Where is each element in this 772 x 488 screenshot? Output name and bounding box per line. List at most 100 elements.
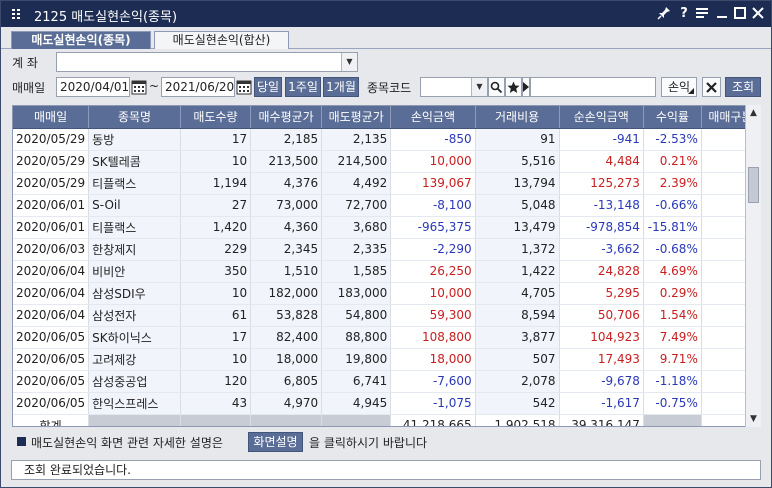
cell-cost: 91 (475, 128, 560, 151)
table-row[interactable]: 2020/06/05 고려제강 10 18,000 19,800 18,000 507 17,… (13, 348, 760, 371)
cell-trade-date: 2020/06/05 (13, 370, 90, 393)
table-row[interactable]: 2020/06/01 S-Oil 27 73,000 72,700 -8,100 5,048… (13, 194, 760, 217)
column-header-trade-date[interactable]: 매매일 (13, 106, 90, 129)
one-month-button[interactable]: 1개월 (323, 77, 359, 97)
vertical-scrollbar[interactable]: ▲ ▼ (745, 105, 761, 427)
scroll-up-icon[interactable]: ▲ (746, 105, 761, 121)
cell-trade-date: 2020/06/01 (13, 194, 90, 217)
cell-stock-name: 한익스프레스 (88, 392, 181, 415)
tab-stock-realized-pl[interactable]: 매도실현손익(종목) (11, 31, 151, 49)
table-row[interactable]: 2020/06/04 삼성전자 61 53,828 54,800 59,300 8,594 5… (13, 304, 760, 327)
menu-icon[interactable] (694, 6, 710, 22)
today-button[interactable]: 당일 (254, 77, 282, 97)
cell-return-rate: 0.21% (643, 150, 702, 173)
chevron-down-icon[interactable]: ▼ (341, 53, 357, 71)
help-hint: 매도실현손익 화면 관련 자세한 설명은 화면설명 을 클릭하시기 바랍니다 (17, 431, 757, 455)
cell-net-pl: 24,828 (559, 260, 644, 283)
cell-trade-date: 2020/05/29 (13, 172, 90, 195)
cell-stock-name: 삼성중공업 (88, 370, 181, 393)
cell-pl-amount: -7,600 (390, 370, 476, 393)
account-select[interactable]: ▼ (56, 52, 358, 72)
cell-sell-avg: 2,135 (321, 128, 392, 151)
table-row[interactable]: 2020/06/05 SK하이닉스 17 82,400 88,800 108,800 3,8… (13, 326, 760, 349)
table-row[interactable]: 2020/06/05 삼성중공업 120 6,805 6,741 -7,600 2,078-… (13, 370, 760, 393)
scroll-down-icon[interactable]: ▼ (746, 411, 761, 427)
cell-net-pl: -9,678 (559, 370, 644, 393)
scroll-thumb[interactable] (748, 167, 759, 203)
query-button[interactable]: 조회 (725, 77, 761, 97)
filter-row: 매매일 2020/04/01 ~ 2021/06/20 당일 1주일 1개월 종… (1, 75, 771, 101)
cell-sell-qty: 10 (180, 150, 252, 173)
cell-sell-qty: 43 (180, 392, 252, 415)
total-label: 합계 (13, 413, 90, 426)
start-date-input[interactable]: 2020/04/01 (56, 77, 130, 97)
stock-code-label: 종목코드 (367, 81, 412, 95)
table-row[interactable]: 2020/05/29 티플랙스 1,194 4,376 4,492 139,067 13,7… (13, 172, 760, 195)
cell-return-rate: -1.18% (643, 370, 702, 393)
column-header-sell-qty[interactable]: 매도수량 (180, 106, 252, 129)
cell-sell-avg: 72,700 (321, 194, 392, 217)
cell-sell-avg: 4,945 (321, 392, 392, 415)
column-header-buy-avg[interactable]: 매수평균가 (250, 106, 323, 129)
clear-x-icon[interactable] (702, 77, 721, 97)
column-header-pl-amount[interactable]: 손익금액 (390, 106, 476, 129)
tab-summed-realized-pl[interactable]: 매도실현손익(합산) (154, 31, 289, 49)
title-bar[interactable]: 2125 매도실현손익(종목) ? (1, 1, 771, 27)
cell-net-pl: 104,923 (559, 326, 644, 349)
account-row: 계 좌 ▼ (1, 50, 771, 74)
cell-stock-name: 비비안 (88, 260, 181, 283)
table-row[interactable]: 2020/06/04 삼성SDI우 10 182,000 183,000 10,000 4,… (13, 282, 760, 305)
table-row[interactable]: 2020/05/29 동방 17 2,185 2,135 -850 91 -941 -2.53% (13, 128, 760, 151)
cell-sell-avg: 2,335 (321, 238, 392, 261)
maximize-icon[interactable] (732, 6, 748, 22)
cell-sell-qty: 61 (180, 304, 252, 327)
screen-description-button[interactable]: 화면설명 (248, 432, 303, 452)
total-empty (643, 413, 702, 426)
pl-options-button[interactable]: 손익 (661, 77, 697, 97)
column-header-return-rate[interactable]: 수익률 (643, 106, 702, 129)
end-calendar-icon[interactable] (236, 78, 252, 96)
minimize-icon[interactable] (714, 6, 730, 22)
column-header-stock-name[interactable]: 종목명 (88, 106, 181, 129)
cell-sell-avg: 19,800 (321, 348, 392, 371)
cell-return-rate: -2.53% (643, 128, 702, 151)
table-row[interactable]: 2020/05/29 SK텔레콤 10 213,500 214,500 10,000 5,5… (13, 150, 760, 173)
close-icon[interactable] (750, 6, 766, 22)
one-week-button[interactable]: 1주일 (285, 77, 321, 97)
cell-pl-amount: -965,375 (390, 216, 476, 239)
table-row[interactable]: 2020/06/03 한창제지 229 2,345 2,335 -2,290 1,372 -3… (13, 238, 760, 261)
cell-stock-name: 삼성전자 (88, 304, 181, 327)
date-range-separator: ~ (149, 79, 160, 93)
total-empty (250, 413, 323, 426)
table-row[interactable]: 2020/06/05 한익스프레스 43 4,970 4,945 -1,075 542 -1,… (13, 392, 760, 415)
play-arrow-icon[interactable] (522, 77, 530, 97)
cell-net-pl: 125,273 (559, 172, 644, 195)
column-header-cost[interactable]: 거래비용 (475, 106, 560, 129)
cell-trade-date: 2020/06/05 (13, 392, 90, 415)
column-header-sell-avg[interactable]: 매도평균가 (321, 106, 392, 129)
cell-sell-qty: 17 (180, 128, 252, 151)
favorite-star-icon[interactable] (505, 77, 522, 97)
cell-sell-avg: 1,585 (321, 260, 392, 283)
start-calendar-icon[interactable] (131, 78, 147, 96)
trade-date-label: 매매일 (12, 81, 46, 95)
pin-icon[interactable] (656, 6, 672, 22)
table-row[interactable]: 2020/06/04 비비안 350 1,510 1,585 26,250 1,422 24,… (13, 260, 760, 283)
app-grip-icon (12, 9, 20, 19)
realized-pl-table: 매매일 종목명 매도수량 매수평균가 매도평균가 손익금액 거래비용 순손익금액 수익률 매매구분… (13, 106, 760, 426)
search-icon[interactable] (488, 77, 505, 97)
cell-pl-amount: 139,067 (390, 172, 476, 195)
stock-code-input[interactable]: ▼ (420, 77, 488, 97)
help-icon[interactable]: ? (676, 6, 692, 22)
chevron-down-icon[interactable]: ▼ (471, 78, 487, 96)
end-date-input[interactable]: 2021/06/20 (161, 77, 235, 97)
column-header-net-pl[interactable]: 순손익금액 (559, 106, 644, 129)
cell-buy-avg: 82,400 (250, 326, 323, 349)
cell-stock-name: SK텔레콤 (88, 150, 181, 173)
cell-return-rate: -15.81% (643, 216, 702, 239)
cell-buy-avg: 2,185 (250, 128, 323, 151)
table-row[interactable]: 2020/06/01 티플랙스 1,420 4,360 3,680 -965,375 13,… (13, 216, 760, 239)
cell-buy-avg: 4,970 (250, 392, 323, 415)
cell-trade-date: 2020/06/05 (13, 326, 90, 349)
cell-pl-amount: 59,300 (390, 304, 476, 327)
